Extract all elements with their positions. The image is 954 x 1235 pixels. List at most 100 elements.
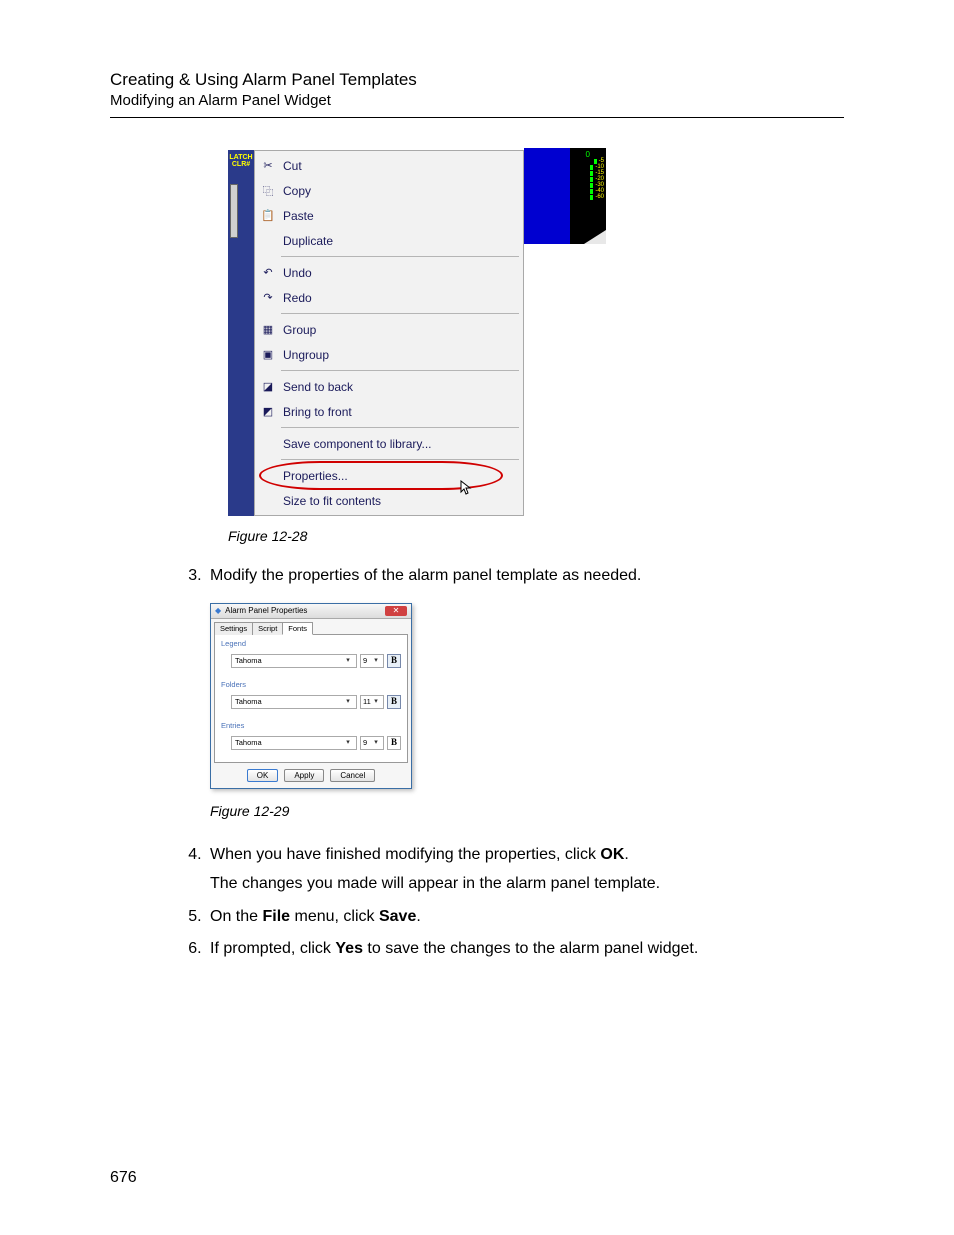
menu-redo-label: Redo bbox=[283, 291, 312, 305]
section-legend-title: Legend bbox=[221, 639, 401, 648]
menu-separator bbox=[281, 427, 519, 428]
menu-separator bbox=[281, 256, 519, 257]
menu-copy-label: Copy bbox=[283, 184, 311, 198]
meter-scale: -5 -10 -15 -20 -30 -40 -60 bbox=[574, 158, 604, 200]
redo-icon: ↷ bbox=[261, 291, 275, 305]
step-5: On the File menu, click Save. bbox=[206, 905, 844, 930]
menu-cut-label: Cut bbox=[283, 159, 302, 173]
panel-right-meter: 0 -5 -10 -15 -20 -30 -40 -60 bbox=[524, 148, 606, 244]
apply-button[interactable]: Apply bbox=[284, 769, 324, 783]
close-button[interactable]: ✕ bbox=[385, 606, 407, 616]
folders-font-select[interactable]: Tahoma ▾ bbox=[231, 695, 357, 709]
section-entries: Entries Tahoma ▾ 9 ▾ bbox=[221, 721, 401, 750]
ok-button[interactable]: OK bbox=[247, 769, 279, 783]
figure-caption: Figure 12-29 bbox=[210, 801, 844, 823]
step-list: Modify the properties of the alarm panel… bbox=[206, 564, 844, 962]
tab-script[interactable]: Script bbox=[252, 622, 283, 635]
tab-fonts[interactable]: Fonts bbox=[282, 622, 313, 635]
cut-icon: ✂ bbox=[261, 159, 275, 173]
legend-size-select[interactable]: 9 ▾ bbox=[360, 654, 384, 668]
step-5d: Save bbox=[379, 908, 416, 925]
folders-size-value: 11 bbox=[363, 697, 371, 706]
folders-bold-toggle[interactable]: B bbox=[387, 695, 401, 709]
menu-ungroup-label: Ungroup bbox=[283, 348, 329, 362]
menu-group-label: Group bbox=[283, 323, 316, 337]
legend-font-value: Tahoma bbox=[235, 656, 262, 665]
ungroup-icon: ▣ bbox=[261, 348, 275, 362]
context-menu: ✂ Cut ⿻ Copy 📋 Paste Duplicate ↶ bbox=[254, 150, 524, 516]
page-number: 676 bbox=[110, 1169, 137, 1187]
page-header: Creating & Using Alarm Panel Templates M… bbox=[110, 70, 844, 118]
left-label-2: CLR# bbox=[228, 161, 254, 168]
menu-send-to-back[interactable]: ◪ Send to back bbox=[255, 374, 523, 399]
step-6: If prompted, click Yes to save the chang… bbox=[206, 937, 844, 962]
step-3-text: Modify the properties of the alarm panel… bbox=[210, 567, 641, 584]
step-5a: On the bbox=[210, 908, 262, 925]
entries-size-select[interactable]: 9 ▾ bbox=[360, 736, 384, 750]
step-5b: File bbox=[262, 908, 290, 925]
section-folders-title: Folders bbox=[221, 680, 401, 689]
panel-left-strip: LATCH CLR# bbox=[228, 150, 254, 516]
blank-icon bbox=[261, 494, 275, 508]
chevron-down-icon: ▾ bbox=[343, 739, 353, 747]
paste-icon: 📋 bbox=[261, 209, 275, 223]
entries-font-value: Tahoma bbox=[235, 738, 262, 747]
menu-properties[interactable]: Properties... bbox=[255, 463, 523, 488]
menu-duplicate-label: Duplicate bbox=[283, 234, 333, 248]
step-6c: to save the changes to the alarm panel w… bbox=[363, 940, 698, 957]
step-3: Modify the properties of the alarm panel… bbox=[206, 564, 844, 823]
step-4d: The changes you made will appear in the … bbox=[210, 872, 844, 897]
tab-settings[interactable]: Settings bbox=[214, 622, 253, 635]
menu-save-component-label: Save component to library... bbox=[283, 437, 432, 451]
dialog-buttons: OK Apply Cancel bbox=[214, 769, 408, 783]
menu-bring-to-front[interactable]: ◩ Bring to front bbox=[255, 399, 523, 424]
legend-font-select[interactable]: Tahoma ▾ bbox=[231, 654, 357, 668]
header-rule bbox=[110, 117, 844, 118]
entries-bold-toggle[interactable]: B bbox=[387, 736, 401, 750]
figure-12-29: ◆ Alarm Panel Properties ✕ Settings Scri… bbox=[210, 603, 844, 823]
menu-paste-label: Paste bbox=[283, 209, 314, 223]
entries-font-select[interactable]: Tahoma ▾ bbox=[231, 736, 357, 750]
folders-font-value: Tahoma bbox=[235, 697, 262, 706]
menu-duplicate[interactable]: Duplicate bbox=[255, 228, 523, 253]
chevron-down-icon: ▾ bbox=[343, 657, 353, 665]
context-menu-screenshot: LATCH CLR# ✂ Cut ⿻ Copy 📋 Paste bbox=[228, 150, 524, 516]
menu-properties-label: Properties... bbox=[283, 469, 348, 483]
menu-undo[interactable]: ↶ Undo bbox=[255, 260, 523, 285]
menu-save-component[interactable]: Save component to library... bbox=[255, 431, 523, 456]
step-5e: . bbox=[416, 908, 420, 925]
menu-paste[interactable]: 📋 Paste bbox=[255, 203, 523, 228]
cursor-icon bbox=[460, 480, 472, 496]
step-4: When you have finished modifying the pro… bbox=[206, 843, 844, 897]
menu-send-back-label: Send to back bbox=[283, 380, 353, 394]
chevron-down-icon: ▾ bbox=[371, 657, 381, 665]
menu-copy[interactable]: ⿻ Copy bbox=[255, 178, 523, 203]
folders-size-select[interactable]: 11 ▾ bbox=[360, 695, 384, 709]
cancel-button[interactable]: Cancel bbox=[330, 769, 375, 783]
menu-separator bbox=[281, 459, 519, 460]
legend-size-value: 9 bbox=[363, 656, 367, 665]
figure-caption: Figure 12-28 bbox=[228, 528, 844, 544]
copy-icon: ⿻ bbox=[261, 184, 275, 198]
blank-icon bbox=[261, 437, 275, 451]
blank-icon bbox=[261, 469, 275, 483]
menu-group[interactable]: ▦ Group bbox=[255, 317, 523, 342]
blank-icon bbox=[261, 234, 275, 248]
section-folders: Folders Tahoma ▾ 11 ▾ bbox=[221, 680, 401, 709]
menu-size-to-fit[interactable]: Size to fit contents bbox=[255, 488, 523, 513]
menu-ungroup[interactable]: ▣ Ungroup bbox=[255, 342, 523, 367]
menu-cut[interactable]: ✂ Cut bbox=[255, 153, 523, 178]
step-4a: When you have finished modifying the pro… bbox=[210, 846, 600, 863]
menu-bring-front-label: Bring to front bbox=[283, 405, 352, 419]
legend-bold-toggle[interactable]: B bbox=[387, 654, 401, 668]
menu-separator bbox=[281, 370, 519, 371]
chevron-down-icon: ▾ bbox=[371, 698, 381, 706]
figure-12-28: LATCH CLR# ✂ Cut ⿻ Copy 📋 Paste bbox=[228, 150, 844, 544]
dialog-title: Alarm Panel Properties bbox=[225, 606, 307, 616]
menu-redo[interactable]: ↷ Redo bbox=[255, 285, 523, 310]
left-slider bbox=[230, 184, 238, 238]
step-6b: Yes bbox=[335, 940, 363, 957]
dialog-icon: ◆ bbox=[215, 606, 221, 616]
undo-icon: ↶ bbox=[261, 266, 275, 280]
entries-size-value: 9 bbox=[363, 738, 367, 747]
